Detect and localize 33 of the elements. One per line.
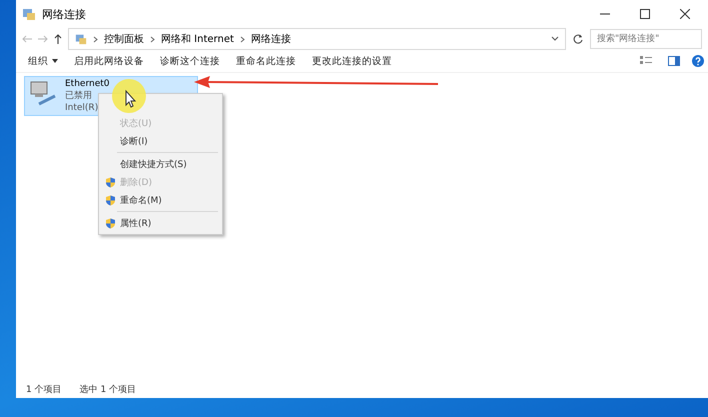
view-options-icon[interactable] bbox=[640, 56, 652, 66]
chevron-down-icon[interactable] bbox=[551, 36, 559, 42]
breadcrumb-item[interactable]: 网络连接 bbox=[250, 32, 291, 46]
cursor-highlight-drawing bbox=[112, 79, 146, 113]
toolbar-button[interactable]: 诊断这个连接 bbox=[152, 51, 228, 71]
toolbar-button[interactable]: 更改此连接的设置 bbox=[304, 51, 400, 71]
menu-item[interactable]: 创建快捷方式(S) bbox=[99, 155, 222, 173]
preview-pane-icon[interactable] bbox=[668, 56, 680, 66]
toolbar-button[interactable]: 重命名此连接 bbox=[228, 51, 304, 71]
connection-status: 已禁用 bbox=[65, 90, 93, 102]
connection-name: Ethernet0 bbox=[65, 78, 110, 90]
chevron-icon bbox=[150, 36, 155, 42]
menu-item[interactable]: 属性(R) bbox=[99, 214, 222, 232]
network-folder-icon bbox=[75, 33, 87, 45]
breadcrumb-item[interactable]: 网络和 Internet bbox=[161, 32, 234, 46]
address-bar[interactable]: 控制面板 网络和 Internet 网络连接 bbox=[68, 28, 566, 50]
network-folder-icon bbox=[22, 7, 36, 21]
maximize-icon bbox=[640, 9, 650, 19]
chevron-icon bbox=[240, 36, 245, 42]
status-text: 选中 1 个项目 bbox=[80, 384, 136, 396]
connection-device: Intel(R) bbox=[65, 102, 100, 114]
up-icon[interactable] bbox=[54, 34, 62, 44]
window-title: 网络连接 bbox=[42, 6, 87, 22]
toolbar-button[interactable]: 启用此网络设备 bbox=[66, 51, 152, 71]
search-field[interactable]: 搜索"网络连接" bbox=[590, 29, 702, 49]
breadcrumb-item[interactable]: 控制面板 bbox=[104, 32, 144, 46]
close-icon bbox=[680, 9, 690, 19]
status-text: 1 个项目 bbox=[26, 384, 62, 396]
toolbar-button[interactable]: 组织 bbox=[20, 51, 66, 71]
caret-icon bbox=[52, 59, 58, 63]
refresh-icon[interactable] bbox=[572, 33, 584, 45]
help-icon[interactable] bbox=[692, 55, 704, 67]
chevron-icon bbox=[93, 36, 98, 42]
